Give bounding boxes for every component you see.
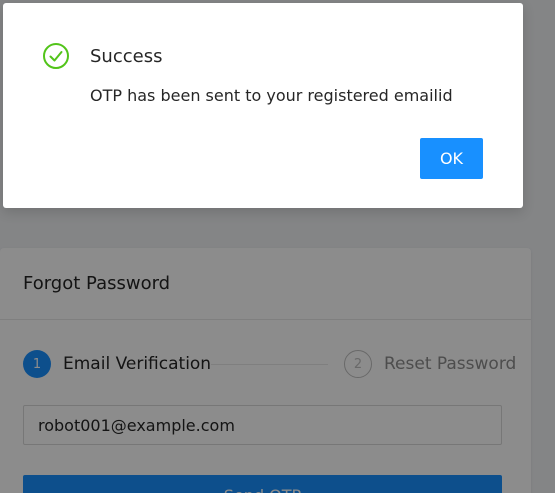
success-modal: Success OTP has been sent to your regist… — [3, 3, 523, 208]
modal-title: Success — [90, 46, 163, 67]
ok-button[interactable]: OK — [420, 138, 483, 179]
check-circle-icon — [42, 42, 70, 70]
modal-message: OTP has been sent to your registered ema… — [90, 86, 453, 105]
